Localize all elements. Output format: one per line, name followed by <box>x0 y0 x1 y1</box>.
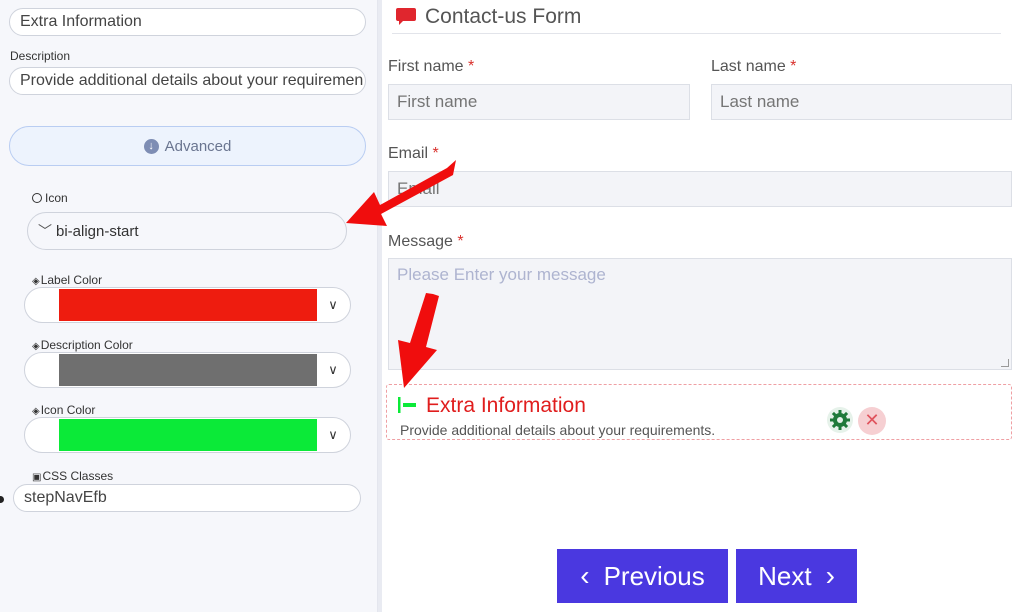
previous-label: Previous <box>603 560 705 591</box>
required-mark: * <box>790 58 797 75</box>
code-icon: ▣ <box>32 472 42 483</box>
icon-select[interactable]: ﹀ bi-align-start <box>27 212 347 250</box>
close-icon: ✕ <box>864 410 880 430</box>
chevron-down-icon[interactable]: ∨ <box>316 288 350 322</box>
delete-button[interactable]: ✕ <box>858 407 886 435</box>
css-classes-text: CSS Classes <box>42 469 114 483</box>
palette-icon: ◈ <box>32 276 40 287</box>
label-color-picker[interactable]: ∨ <box>24 287 351 323</box>
message-placeholder: Please Enter your message <box>397 265 606 284</box>
first-name-label: First name * <box>388 58 474 76</box>
palette-icon: ◈ <box>32 406 40 417</box>
icon-label-text: Icon <box>45 191 68 205</box>
required-mark: * <box>432 145 439 162</box>
chat-icon <box>396 8 416 25</box>
email-input[interactable] <box>388 171 1012 207</box>
message-textarea[interactable]: Please Enter your message <box>388 258 1012 370</box>
icon-color-swatch <box>59 419 317 451</box>
label-input[interactable]: Extra Information <box>9 8 366 36</box>
extra-information-title: Extra Information <box>426 394 586 417</box>
icon-color-label: ◈Icon Color <box>32 403 95 417</box>
next-label: Next <box>758 560 812 591</box>
resize-grip-icon[interactable] <box>1001 359 1009 367</box>
icon-color-text: Icon Color <box>40 403 96 417</box>
label-color-text: Label Color <box>40 273 103 287</box>
palette-icon: ◈ <box>32 341 40 352</box>
panel-divider[interactable] <box>378 0 382 612</box>
css-classes-label: ▣CSS Classes <box>32 469 113 483</box>
title-divider <box>392 33 1001 34</box>
circle-icon <box>32 193 42 203</box>
chevron-down-icon[interactable]: ∨ <box>316 353 350 387</box>
description-color-picker[interactable]: ∨ <box>24 352 351 388</box>
chevron-right-icon: › <box>825 560 835 591</box>
extra-information-description: Provide additional details about your re… <box>400 422 716 438</box>
email-label-text: Email <box>388 145 429 162</box>
chevron-down-icon[interactable]: ∨ <box>316 418 350 452</box>
advanced-label: Advanced <box>164 137 232 155</box>
message-label-text: Message <box>388 233 453 250</box>
description-color-label: ◈Description Color <box>32 338 133 352</box>
description-color-text: Description Color <box>40 338 133 352</box>
icon-label: Icon <box>32 191 68 205</box>
advanced-button[interactable]: ↓ Advanced <box>9 126 366 166</box>
last-name-label: Last name * <box>711 58 796 76</box>
label-color-swatch <box>59 289 317 321</box>
settings-panel: Extra Information Description Provide ad… <box>0 0 378 612</box>
css-classes-input[interactable]: stepNavEfb <box>13 484 361 512</box>
required-mark: * <box>457 233 464 250</box>
icon-select-value: bi-align-start <box>56 223 139 240</box>
last-name-label-text: Last name <box>711 58 786 75</box>
align-start-icon <box>398 397 416 413</box>
form-title: Contact-us Form <box>425 5 582 28</box>
next-button[interactable]: Next › <box>736 549 857 603</box>
first-name-label-text: First name <box>388 58 464 75</box>
icon-color-picker[interactable]: ∨ <box>24 417 351 453</box>
resize-handle[interactable] <box>0 496 4 503</box>
label-color-label: ◈Label Color <box>32 273 102 287</box>
chevron-left-icon: ‹ <box>580 560 590 591</box>
chevron-down-icon: ﹀ <box>38 223 52 239</box>
description-input[interactable]: Provide additional details about your re… <box>9 67 366 95</box>
message-label: Message * <box>388 233 464 251</box>
previous-button[interactable]: ‹ Previous <box>557 549 728 603</box>
last-name-input[interactable] <box>711 84 1012 120</box>
description-label: Description <box>10 49 71 63</box>
arrow-down-circle-icon: ↓ <box>143 138 159 154</box>
required-mark: * <box>468 58 475 75</box>
gear-icon[interactable] <box>827 407 853 433</box>
first-name-input[interactable] <box>388 84 690 120</box>
description-color-swatch <box>59 354 317 386</box>
email-label: Email * <box>388 145 439 163</box>
